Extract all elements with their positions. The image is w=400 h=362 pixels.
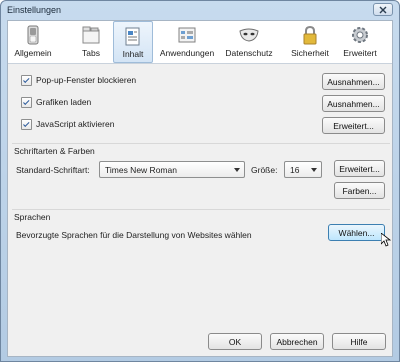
check-icon [22,98,29,105]
tab-allgemein[interactable]: Allgemein [11,21,55,63]
chevron-down-icon [311,168,317,172]
preferences-toolbar: Allgemein Tabs Inhalt Anwendungen Datens… [8,21,392,64]
popup-label: Pop-up-Fenster blockieren [36,75,137,85]
close-icon [379,6,387,13]
javascript-advanced-button[interactable]: Erweitert... [322,117,385,134]
languages-group: Sprachen Bevorzugte Sprachen für die Dar… [12,209,390,249]
tab-inhalt[interactable]: Inhalt [113,21,153,63]
tab-erweitert[interactable]: Erweitert [338,21,382,63]
chevron-down-icon [234,168,240,172]
ok-button[interactable]: OK [208,333,262,350]
close-button[interactable] [373,3,393,16]
tab-sicherheit[interactable]: Sicherheit [288,21,332,63]
switch-icon [22,24,44,46]
popup-row: Pop-up-Fenster blockieren Ausnahmen... [12,71,390,91]
font-size-select[interactable]: 16 [284,161,322,178]
images-exceptions-button[interactable]: Ausnahmen... [322,95,385,112]
gear-icon [349,24,371,46]
document-icon [122,25,144,47]
preferences-window: Einstellungen Allgemein Tabs Inhalt Anwe… [0,0,400,362]
dialog-footer: OK Abbrechen Hilfe [8,321,392,357]
default-font-value: Times New Roman [105,164,177,175]
tab-datenschutz[interactable]: Datenschutz [223,21,275,63]
applications-icon [176,24,198,46]
mouse-cursor-icon [381,233,391,247]
fonts-group-title: Schriftarten & Farben [14,146,95,156]
window-title: Einstellungen [7,5,62,15]
tab-label: Allgemein [14,48,52,58]
popup-exceptions-button[interactable]: Ausnahmen... [322,73,385,90]
choose-languages-button[interactable]: Wählen... [328,224,385,241]
font-size-label: Größe: [251,165,278,175]
mask-icon [238,24,260,46]
tab-label: Anwendungen [159,48,215,58]
tab-label: Inhalt [122,49,144,59]
default-font-label: Standard-Schriftart: [16,165,90,175]
font-size-value: 16 [290,164,300,175]
languages-description: Bevorzugte Sprachen für die Darstellung … [16,230,252,240]
javascript-checkbox[interactable] [21,119,32,130]
tab-label: Erweitert [343,48,377,58]
tab-label: Datenschutz [225,48,273,58]
help-button[interactable]: Hilfe [332,333,386,350]
javascript-label: JavaScript aktivieren [36,119,115,129]
dialog-client-area: Allgemein Tabs Inhalt Anwendungen Datens… [7,20,393,357]
colors-button[interactable]: Farben... [334,182,385,199]
fonts-advanced-button[interactable]: Erweitert... [334,160,385,177]
images-checkbox[interactable] [21,97,32,108]
fonts-colors-group: Schriftarten & Farben Standard-Schriftar… [12,143,390,203]
tab-tabs[interactable]: Tabs [70,21,112,63]
tab-label: Tabs [82,48,100,58]
default-font-select[interactable]: Times New Roman [99,161,245,178]
javascript-row: JavaScript aktivieren Erweitert... [12,115,390,135]
popup-checkbox[interactable] [21,75,32,86]
title-bar: Einstellungen [1,1,399,19]
tabs-icon [80,24,102,46]
tab-label: Sicherheit [291,48,329,58]
cancel-button[interactable]: Abbrechen [270,333,324,350]
content-settings-panel: Pop-up-Fenster blockieren Ausnahmen... G… [12,71,390,141]
check-icon [22,76,29,83]
check-icon [22,120,29,127]
images-row: Grafiken laden Ausnahmen... [12,93,390,113]
languages-group-title: Sprachen [14,212,51,222]
images-label: Grafiken laden [36,97,92,107]
lock-icon [299,24,321,46]
tab-anwendungen[interactable]: Anwendungen [156,21,218,63]
